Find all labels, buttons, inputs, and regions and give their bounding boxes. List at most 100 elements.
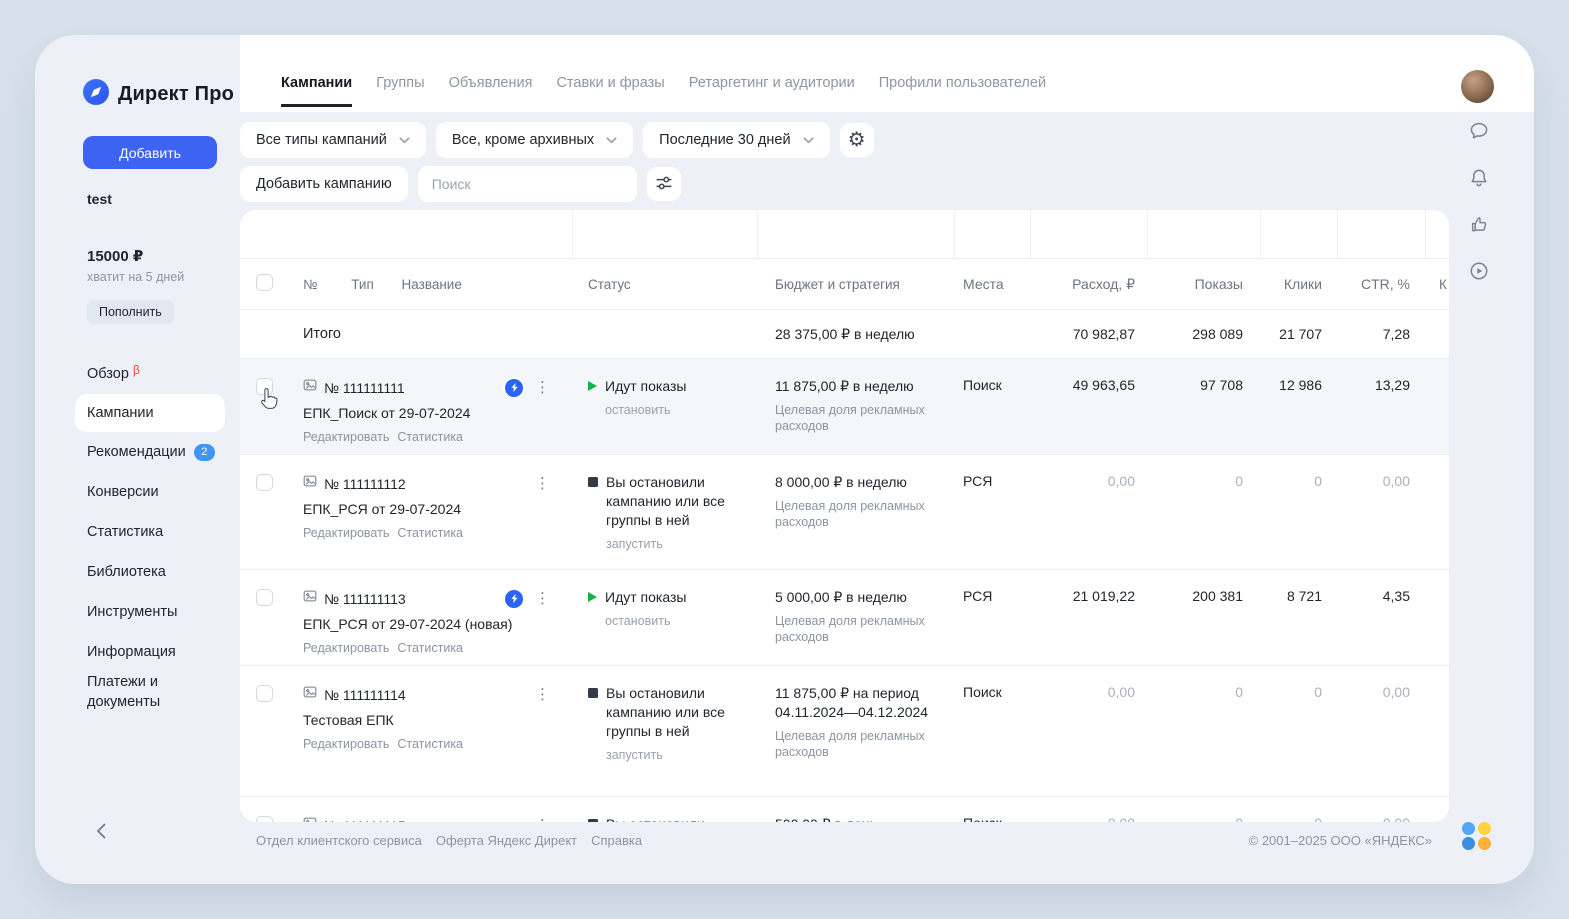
campaign-row: № 111111114 ⋮ Тестовая ЕПК Редактировать… [240,666,1449,797]
row-checkbox[interactable] [256,589,273,606]
edit-link[interactable]: Редактировать [303,737,389,751]
campaign-row: № 111111112 ⋮ ЕПК_РСЯ от 29-07-2024 Реда… [240,455,1449,570]
sidebar-item-recommendations[interactable]: Рекомендации 2 [83,432,235,472]
campaign-type-icon [303,474,317,493]
shows-value: 0 [1147,797,1260,822]
row-menu-button[interactable]: ⋮ [535,477,550,491]
app-title: Директ Про [118,83,234,106]
status-action-link[interactable]: запустить [606,537,748,551]
search-input[interactable] [418,166,637,202]
status-action-link[interactable]: остановить [605,403,686,417]
topup-button[interactable]: Пополнить [87,300,174,324]
chat-icon [1469,129,1489,144]
screen: Директ Про Добавить test 15000 ₽ хватит … [0,0,1569,919]
copyright: © 2001–2025 ООО «ЯНДЕКС» [1249,833,1432,848]
edit-link[interactable]: Редактировать [303,430,389,444]
campaign-name[interactable]: ЕПК_РСЯ от 29-07-2024 (новая) [303,616,562,632]
ctr-value: 0,00 [1337,797,1425,822]
campaign-type-icon [303,378,317,397]
totals-shows: 298 089 [1147,326,1260,342]
status-action-link[interactable]: остановить [605,614,686,628]
sidebar-collapse-button[interactable] [89,820,113,844]
totals-clicks: 21 707 [1260,326,1337,342]
sidebar-item-payments[interactable]: Платежи и документы [83,672,235,712]
clicks-value: 0 [1260,666,1337,700]
statistics-link[interactable]: Статистика [397,737,463,751]
row-menu-button[interactable]: ⋮ [535,688,550,702]
shows-value: 0 [1147,455,1260,489]
row-checkbox[interactable] [256,474,273,491]
sidebar-item-campaigns[interactable]: Кампании [75,394,225,432]
row-menu-button[interactable]: ⋮ [535,592,550,606]
statistics-link[interactable]: Статистика [397,526,463,540]
play-circle-icon [1469,269,1489,284]
footer-link-support[interactable]: Отдел клиентского сервиса [256,833,422,848]
archive-filter[interactable]: Все, кроме архивных [436,122,633,158]
campaign-name[interactable]: ЕПК_Поиск от 29-07-2024 [303,405,562,421]
footer-links: Отдел клиентского сервиса Оферта Яндекс … [256,833,642,848]
video-help-button[interactable] [1469,261,1489,284]
campaign-number: № 111111114 [324,687,406,703]
row-menu-button[interactable]: ⋮ [535,381,550,395]
add-button[interactable]: Добавить [83,136,217,169]
chat-button[interactable] [1469,121,1489,144]
period-filter[interactable]: Последние 30 дней [643,122,829,158]
row-checkbox[interactable] [256,816,273,822]
settings-button[interactable]: ⚙ [840,123,874,157]
columns-settings-button[interactable] [647,167,681,201]
user-avatar[interactable] [1461,70,1494,103]
sidebar-item-information[interactable]: Информация [83,632,235,672]
notifications-button[interactable] [1469,168,1489,191]
campaigns-table: № Тип Название Статус Бюджет и стратегия… [240,210,1449,822]
emoji-widget[interactable] [1462,822,1492,850]
shows-value: 200 381 [1147,570,1260,604]
sidebar-item-library[interactable]: Библиотека [83,552,235,592]
totals-ctr: 7,28 [1337,326,1425,342]
campaign-name[interactable]: Тестовая ЕПК [303,712,562,728]
sidebar-item-conversions[interactable]: Конверсии [83,472,235,512]
gear-icon: ⚙ [848,130,866,150]
footer-link-help[interactable]: Справка [591,833,642,848]
select-all-checkbox[interactable] [256,274,273,291]
chevron-down-icon [803,132,814,148]
places-value: Поиск [954,666,1030,700]
strategy-text: Целевая доля рекламных расходов [775,614,940,645]
totals-row: Итого 28 375,00 ₽ в неделю 70 982,87 298… [240,310,1449,359]
tab-bids-phrases[interactable]: Ставки и фразы [556,75,664,107]
budget-text: 500,00 ₽ в день [775,815,944,822]
totals-budget: 28 375,00 ₽ в неделю [757,326,954,343]
footer-link-offer[interactable]: Оферта Яндекс Директ [436,833,577,848]
tab-groups[interactable]: Группы [376,75,424,107]
recommendations-count-badge: 2 [194,444,215,461]
statistics-link[interactable]: Статистика [397,430,463,444]
feedback-button[interactable] [1470,215,1489,237]
spend-value: 0,00 [1030,455,1147,489]
sidebar-item-tools[interactable]: Инструменты [83,592,235,632]
tab-campaigns[interactable]: Кампании [281,75,352,107]
budget-text: 11 875,00 ₽ в неделю [775,377,944,396]
campaign-type-filter[interactable]: Все типы кампаний [240,122,426,158]
header-budget: Бюджет и стратегия [757,277,954,292]
statistics-link[interactable]: Статистика [397,641,463,655]
row-checkbox[interactable] [256,378,273,395]
totals-spend: 70 982,87 [1030,326,1147,342]
sidebar-item-statistics[interactable]: Статистика [83,512,235,552]
row-menu-button[interactable]: ⋮ [535,819,550,823]
edit-link[interactable]: Редактировать [303,641,389,655]
row-checkbox[interactable] [256,685,273,702]
sidebar-item-overview[interactable]: Обзор β [83,354,235,394]
add-campaign-button[interactable]: Добавить кампанию [240,166,408,202]
campaign-name[interactable]: ЕПК_РСЯ от 29-07-2024 [303,501,562,517]
archive-filter-value: Все, кроме архивных [452,132,594,148]
chevron-down-icon [606,132,617,148]
sidebar-item-label: Информация [87,642,176,662]
tab-retargeting[interactable]: Ретаргетинг и аудитории [689,75,855,107]
header-ctr: CTR, % [1337,276,1425,292]
tab-user-profiles[interactable]: Профили пользователей [879,75,1046,107]
direct-logo-icon [83,79,109,110]
account-name[interactable]: test [83,191,235,207]
status-action-link[interactable]: запустить [606,748,748,762]
edit-link[interactable]: Редактировать [303,526,389,540]
places-value: Поиск [954,797,1030,822]
tab-ads[interactable]: Объявления [449,75,533,107]
